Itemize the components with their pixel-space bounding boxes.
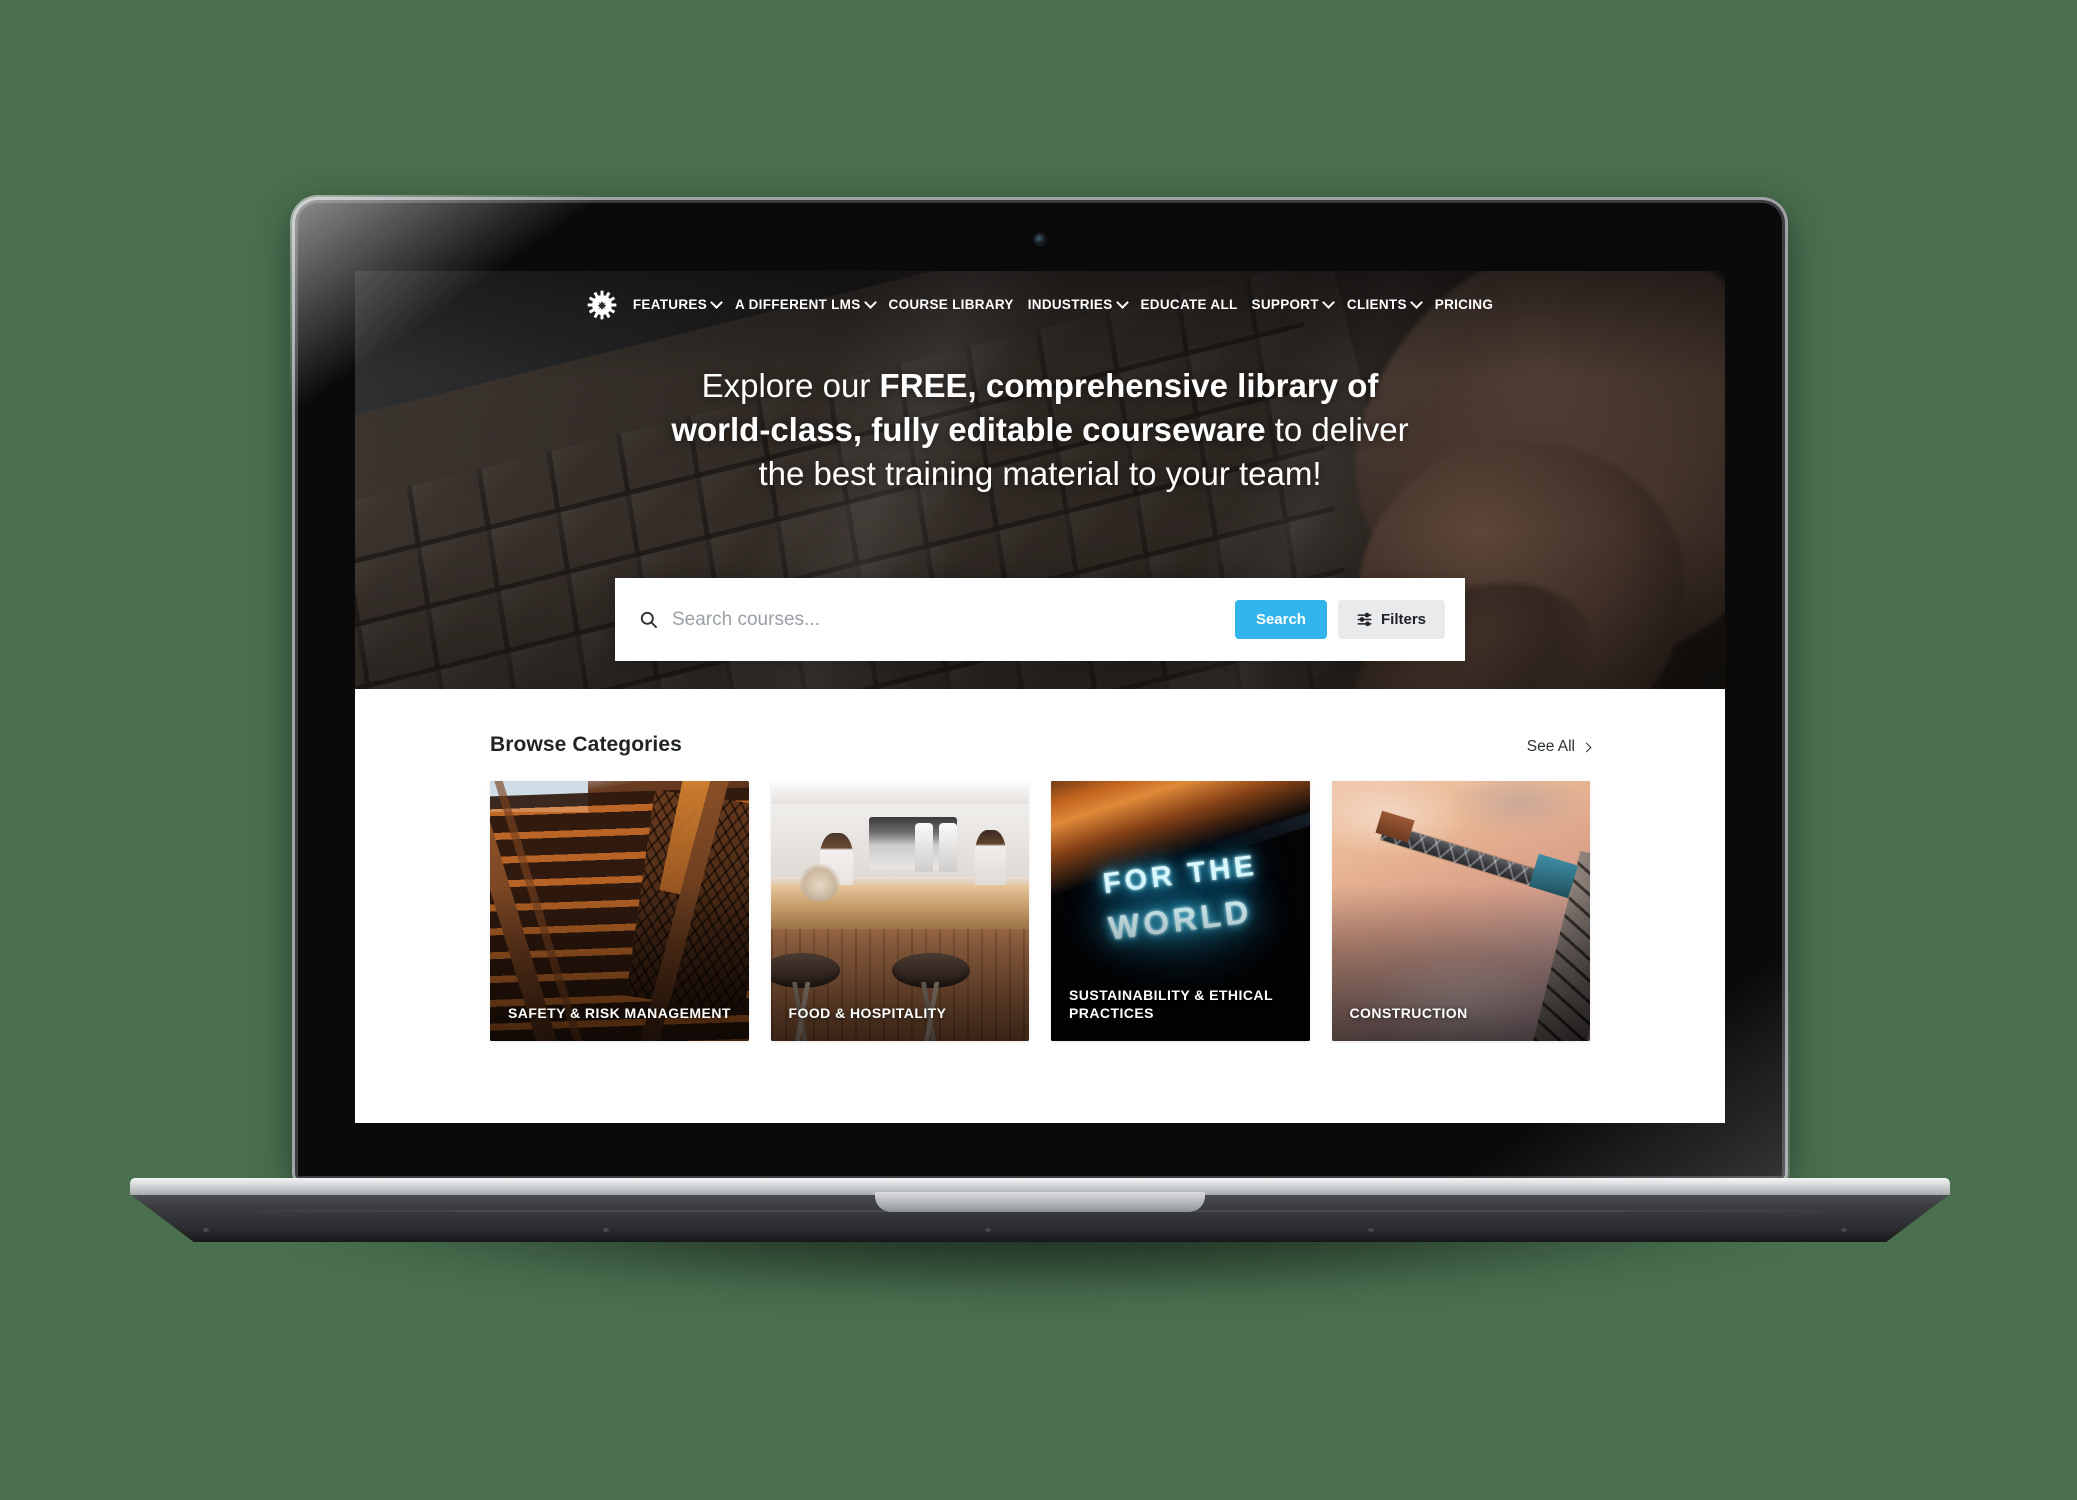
card-label: CONSTRUCTION <box>1349 1005 1468 1022</box>
nav-item-label: A DIFFERENT LMS <box>735 297 861 313</box>
laptop-base <box>130 1178 1950 1242</box>
laptop-mockup: FEATURES A DIFFERENT LMS COURSE LIBRARY <box>0 0 2077 1500</box>
card-overlay <box>490 781 749 1041</box>
nav-item-educate-all[interactable]: EDUCATE ALL <box>1141 298 1238 312</box>
nav-item-industries[interactable]: INDUSTRIES <box>1027 295 1129 313</box>
category-card-safety-risk-management[interactable]: SAFETY & RISK MANAGEMENT <box>490 781 749 1041</box>
headline-part-plain: Explore our <box>701 367 880 404</box>
nav-item-label: COURSE LIBRARY <box>888 297 1014 313</box>
card-overlay <box>770 781 1029 1041</box>
search-panel: Search Filters <box>615 578 1465 661</box>
nav-item-label: SUPPORT <box>1251 297 1319 313</box>
laptop-base-notch <box>875 1192 1205 1212</box>
nav-item-clients[interactable]: CLIENTS <box>1346 295 1423 313</box>
sliders-icon <box>1357 612 1372 627</box>
chevron-down-icon <box>710 295 723 309</box>
card-label: SAFETY & RISK MANAGEMENT <box>508 1005 731 1022</box>
hero-section: FEATURES A DIFFERENT LMS COURSE LIBRARY <box>355 271 1725 689</box>
filters-button[interactable]: Filters <box>1337 600 1445 639</box>
card-overlay <box>1331 781 1590 1041</box>
nav-item-course-library[interactable]: COURSE LIBRARY <box>889 298 1014 312</box>
nav-item-a-different-lms[interactable]: A DIFFERENT LMS <box>735 295 877 313</box>
browse-categories-section: Browse Categories See All SAFETY & RISK … <box>355 689 1725 1123</box>
nav-items-list: FEATURES A DIFFERENT LMS COURSE LIBRARY <box>632 295 1493 313</box>
search-input[interactable] <box>672 608 1235 631</box>
card-label: SUSTAINABILITY & ETHICAL PRACTICES <box>1069 986 1273 1022</box>
filters-button-label: Filters <box>1380 611 1426 628</box>
category-card-construction[interactable]: CONSTRUCTION <box>1331 781 1590 1041</box>
see-all-label: See All <box>1526 738 1575 755</box>
page-title: Browse Categories <box>490 733 682 756</box>
screen-viewport: FEATURES A DIFFERENT LMS COURSE LIBRARY <box>355 271 1725 1123</box>
laptop-lid: FEATURES A DIFFERENT LMS COURSE LIBRARY <box>292 197 1788 1182</box>
nav-item-label: EDUCATE ALL <box>1140 297 1238 313</box>
chevron-down-icon <box>1409 295 1423 309</box>
main-navigation: FEATURES A DIFFERENT LMS COURSE LIBRARY <box>355 290 1725 320</box>
nav-item-label: INDUSTRIES <box>1027 297 1113 313</box>
chevron-down-icon <box>863 295 877 309</box>
search-button[interactable]: Search <box>1234 600 1327 639</box>
nav-item-features[interactable]: FEATURES <box>632 295 723 313</box>
section-header: Browse Categories See All <box>490 689 1592 757</box>
chevron-down-icon <box>1322 295 1335 309</box>
nav-item-label: FEATURES <box>632 297 708 313</box>
webcam-icon <box>1034 234 1046 245</box>
chevron-down-icon <box>1115 295 1129 309</box>
chevron-right-icon <box>1581 742 1592 752</box>
nav-item-label: PRICING <box>1434 297 1494 313</box>
nav-item-support[interactable]: SUPPORT <box>1251 295 1335 313</box>
gear-icon[interactable] <box>587 290 617 320</box>
hero-headline: Explore our FREE, comprehensive library … <box>660 364 1420 496</box>
category-card-food-hospitality[interactable]: FOOD & HOSPITALITY <box>770 781 1029 1041</box>
see-all-link[interactable]: See All <box>1526 738 1592 756</box>
category-card-sustainability-ethical-practices[interactable]: FOR THE WORLD SUSTAINABILITY & ETHICAL P… <box>1051 781 1310 1041</box>
nav-item-label: CLIENTS <box>1346 297 1407 313</box>
nav-item-pricing[interactable]: PRICING <box>1435 298 1493 312</box>
search-icon <box>640 611 657 628</box>
card-label: FOOD & HOSPITALITY <box>788 1005 947 1022</box>
category-card-grid: SAFETY & RISK MANAGEMENT FOOD & HOSPITAL… <box>490 781 1590 1041</box>
